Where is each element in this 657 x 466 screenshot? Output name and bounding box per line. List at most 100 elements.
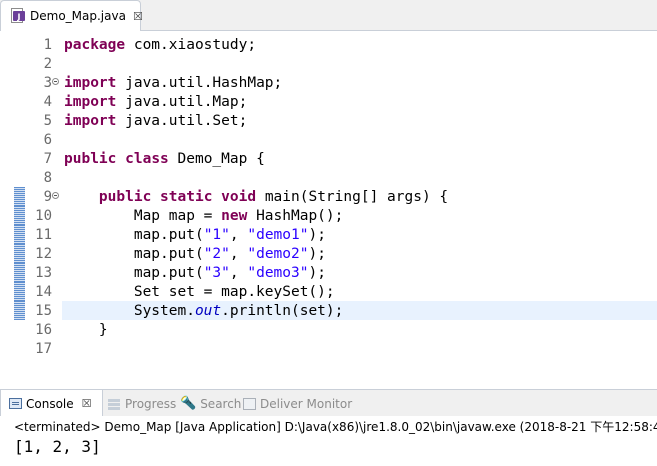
editor-tab-demo-map[interactable]: J Demo_Map.java ☒: [0, 0, 143, 31]
code-text: Set set = map.keySet();: [64, 283, 335, 301]
string-token: "3": [203, 265, 230, 281]
console-view-tab-bar: Console ☒ Progress 🔦 Search Deliver Moni…: [0, 389, 657, 417]
code-token: ,: [229, 265, 248, 281]
line-number: 10: [35, 208, 52, 224]
code-token: map.put(: [64, 227, 204, 243]
keyword-token: import: [64, 75, 117, 91]
string-token: "demo2": [247, 246, 309, 262]
code-text: map.put("3", "demo3");: [64, 264, 326, 282]
code-token: map.put(: [64, 265, 204, 281]
code-text: import java.util.Set;: [64, 112, 247, 130]
code-line[interactable]: 3 import java.util.HashMap;: [0, 73, 657, 92]
string-token: "demo1": [247, 227, 309, 243]
line-number: 7: [43, 151, 52, 167]
code-token: ,: [229, 246, 248, 262]
tab-deliver-monitor-label: Deliver Monitor: [260, 396, 353, 411]
line-number: 16: [35, 322, 52, 338]
tab-console[interactable]: Console ☒: [0, 390, 103, 417]
code-token: main(String[] args) {: [256, 189, 449, 205]
keyword-token: import: [64, 94, 117, 110]
code-line[interactable]: 1 package com.xiaostudy;: [0, 35, 657, 54]
code-line[interactable]: 17: [0, 339, 657, 358]
keyword-token: public: [98, 189, 152, 205]
code-line[interactable]: 11 map.put("1", "demo1");: [0, 225, 657, 244]
code-line[interactable]: 6: [0, 130, 657, 149]
code-text: Map map = new HashMap();: [64, 207, 344, 225]
editor-tab-bar: J Demo_Map.java ☒: [0, 0, 657, 31]
code-token: Set set = map.keySet();: [64, 284, 335, 300]
console-status-line: <terminated> Demo_Map [Java Application]…: [14, 420, 657, 434]
console-output-text: [1, 2, 3]: [14, 437, 101, 456]
line-number: 14: [35, 284, 52, 300]
code-line[interactable]: 14 Set set = map.keySet();: [0, 282, 657, 301]
code-token: .println(set);: [221, 303, 344, 319]
keyword-token: import: [64, 113, 117, 129]
code-text: import java.util.HashMap;: [64, 74, 282, 92]
code-line[interactable]: 15 System.out.println(set);: [0, 301, 657, 320]
editor-tab-title: Demo_Map.java: [30, 9, 126, 23]
code-line[interactable]: 2: [0, 54, 657, 73]
tab-progress-label: Progress: [125, 396, 177, 411]
tab-deliver-monitor[interactable]: Deliver Monitor: [243, 390, 352, 417]
close-icon[interactable]: ☒: [133, 10, 143, 23]
code-token: );: [308, 265, 326, 281]
string-token: "2": [203, 246, 230, 262]
code-token: ,: [229, 227, 248, 243]
search-icon: 🔦: [180, 396, 197, 411]
code-text: }: [64, 321, 108, 339]
line-number: 6: [43, 132, 52, 148]
code-token: com.xiaostudy;: [125, 37, 257, 53]
code-line[interactable]: 9 public static void main(String[] args)…: [0, 187, 657, 206]
code-line[interactable]: 13 map.put("3", "demo3");: [0, 263, 657, 282]
line-number: 15: [35, 303, 52, 319]
line-number: 11: [35, 227, 52, 243]
progress-icon: [107, 398, 121, 410]
code-token: );: [308, 246, 326, 262]
code-token: Map map =: [64, 208, 222, 224]
code-text: public class Demo_Map {: [64, 150, 265, 168]
tab-search[interactable]: 🔦 Search: [180, 390, 241, 417]
change-marker: [14, 206, 25, 225]
change-marker: [14, 282, 25, 301]
line-number: 12: [35, 246, 52, 262]
code-line[interactable]: 4 import java.util.Map;: [0, 92, 657, 111]
code-line[interactable]: 12 map.put("2", "demo2");: [0, 244, 657, 263]
code-line[interactable]: 10 Map map = new HashMap();: [0, 206, 657, 225]
line-number: 1: [43, 37, 52, 53]
svg-text:J: J: [17, 13, 21, 22]
code-line[interactable]: 5 import java.util.Set;: [0, 111, 657, 130]
line-number: 9: [43, 189, 52, 205]
close-icon[interactable]: ☒: [82, 397, 92, 410]
console-output-area[interactable]: <terminated> Demo_Map [Java Application]…: [0, 416, 657, 466]
line-number: 3: [43, 75, 52, 91]
string-token: "demo3": [247, 265, 309, 281]
change-marker: [14, 187, 25, 206]
code-token: java.util.Set;: [116, 113, 248, 129]
code-token: map.put(: [64, 246, 204, 262]
keyword-token: new: [221, 208, 248, 224]
java-file-icon: J: [11, 8, 25, 24]
collapse-icon[interactable]: [52, 78, 59, 85]
change-marker: [14, 301, 25, 320]
code-editor[interactable]: 1 package com.xiaostudy; 2 3 import java.uti…: [0, 31, 657, 375]
code-token: java.util.Map;: [116, 94, 248, 110]
console-icon: [9, 398, 22, 409]
keyword-token: static: [160, 189, 213, 205]
code-line[interactable]: 7 public class Demo_Map {: [0, 149, 657, 168]
change-marker: [14, 244, 25, 263]
code-line[interactable]: 8: [0, 168, 657, 187]
line-number: 5: [43, 113, 52, 129]
monitor-icon: [243, 397, 256, 410]
line-number: 4: [43, 94, 52, 110]
code-line[interactable]: 16 }: [0, 320, 657, 339]
code-token: Demo_Map {: [168, 151, 265, 167]
code-token: );: [308, 227, 326, 243]
code-text: import java.util.Map;: [64, 93, 247, 111]
tab-progress[interactable]: Progress: [107, 390, 176, 417]
collapse-icon[interactable]: [52, 192, 59, 199]
line-number: 2: [43, 56, 52, 72]
change-marker: [14, 263, 25, 282]
